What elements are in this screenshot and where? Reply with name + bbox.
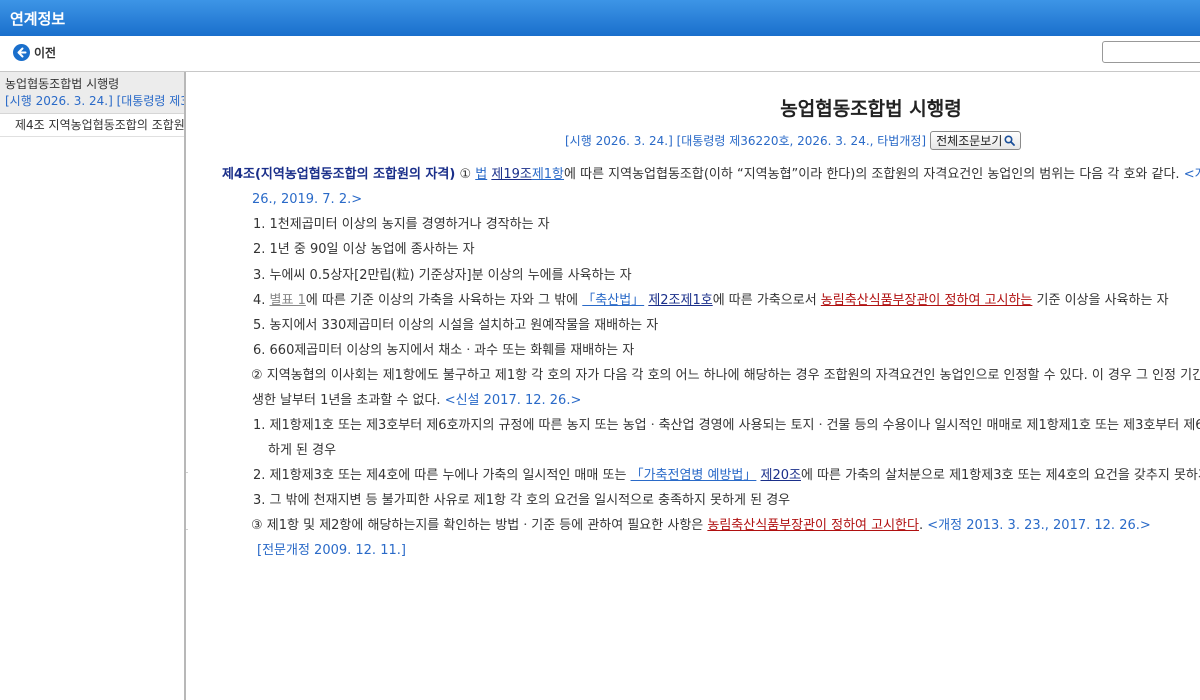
sidebar: 농업협동조합법 시행령 [시행 2026. 3. 24.] [대통령령 제362…: [0, 72, 186, 700]
item-1: 1. 1천제곱미터 이상의 농지를 경영하거나 경작하는 자: [253, 217, 550, 232]
p2-item-2-text-2: 에 따른 가축의 살처분으로 제1항제3호 또는 제4호의 요건을 갖추지 못하…: [800, 468, 1200, 483]
search-input[interactable]: [1102, 41, 1200, 63]
paragraph-1-line-1: 제4조(지역농업협동조합의 조합원의 자격) ① 법 제19조제1항에 따른 지…: [222, 166, 1200, 184]
main-content: 농업협동조합법 시행령 [시행 2026. 3. 24.] [대통령령 제362…: [188, 72, 1200, 700]
fulltext-button[interactable]: 전체조문보기: [930, 130, 1022, 150]
sidebar-item-article-4[interactable]: 제4조 지역농업협동조합의 조합원의: [0, 114, 184, 137]
item-4-text-3: 기준 이상을 사육하는 자: [1036, 293, 1169, 308]
doc-title: 농업협동조합법 시행령: [780, 98, 962, 120]
paragraph-2-text: 생한 날부터 1년을 초과할 수 없다.: [252, 393, 441, 408]
item-2: 2. 1년 중 90일 이상 농업에 종사하는 자: [253, 242, 475, 257]
sidebar-law-meta: [시행 2026. 3. 24.] [대통령령 제362: [5, 94, 186, 108]
p2-item-3: 3. 그 밖에 천재지변 등 불가피한 사유로 제1항 각 호의 요건을 일시적…: [253, 493, 791, 508]
doc-meta: [시행 2026. 3. 24.] [대통령령 제36220호, 2026. 3…: [565, 133, 927, 148]
link-article-2-1[interactable]: 제2조제1호: [648, 293, 712, 308]
fulltext-label: 전체조문보기: [936, 133, 1003, 148]
link-livestock-act[interactable]: 「축산법」: [582, 293, 644, 308]
link-article-19[interactable]: 제19조: [491, 167, 531, 182]
link-minister-notice[interactable]: 농림축산식품부장관이 정하여 고시하는: [821, 293, 1033, 308]
item-4-number: 4.: [253, 293, 266, 308]
sidebar-law-header[interactable]: 농업협동조합법 시행령 [시행 2026. 3. 24.] [대통령령 제362: [0, 72, 184, 114]
item-6: 6. 660제곱미터 이상의 농지에서 채소ㆍ과수 또는 화훼를 재배하는 자: [253, 343, 635, 358]
item-4: 4. 별표 1에 따른 기준 이상의 가축을 사육하는 자와 그 밖에 「축산법…: [253, 292, 1169, 310]
back-label: 이전: [34, 45, 57, 60]
item-4-text-1: 에 따른 기준 이상의 가축을 사육하는 자와 그 밖에: [305, 293, 579, 308]
link-law[interactable]: 법: [475, 167, 487, 182]
paragraph-1-amend: <개: [1183, 167, 1200, 182]
title-bar: 연계정보: [0, 0, 1200, 36]
p2-item-2-text-1: 2. 제1항제3호 또는 제4호에 따른 누에나 가축의 일시적인 매매 또는: [253, 468, 627, 483]
paragraph-3: ③ 제1항 및 제2항에 해당하는지를 확인하는 방법ㆍ기준 등에 관하여 필요…: [251, 517, 1151, 535]
item-3: 3. 누에씨 0.5상자[2만립(粒) 기준상자]분 이상의 누에를 사육하는 …: [253, 268, 632, 283]
paragraph-1-amend-continued: 26., 2019. 7. 2.>: [252, 192, 363, 207]
paragraph-2-line-1: ② 지역농협의 이사회는 제1항에도 불구하고 제1항 각 호의 자가 다음 각…: [251, 368, 1200, 383]
toolbar: 이전: [0, 36, 1200, 72]
link-appendix-1[interactable]: 별표 1: [270, 293, 306, 308]
window-title: 연계정보: [10, 10, 66, 28]
p2-item-1-line-1: 1. 제1항제1호 또는 제3호부터 제6호까지의 규정에 따른 농지 또는 농…: [253, 418, 1200, 433]
link-article-20[interactable]: 제20조: [761, 468, 801, 483]
link-paragraph-1[interactable]: 제1항: [532, 167, 564, 182]
paragraph-2-amend: <신설 2017. 12. 26.>: [444, 393, 582, 408]
link-livestock-disease-act[interactable]: 「가축전염병 예방법」: [631, 468, 757, 483]
item-5: 5. 농지에서 330제곱미터 이상의 시설을 설치하고 원예작물을 재배하는 …: [253, 318, 659, 333]
magnifier-icon: [1004, 134, 1016, 146]
back-arrow-icon: [13, 43, 30, 61]
p2-item-1-line-2: 하게 된 경우: [268, 443, 337, 458]
paragraph-1-marker: ①: [459, 167, 472, 182]
paragraph-2-line-2: 생한 날부터 1년을 초과할 수 없다. <신설 2017. 12. 26.>: [252, 392, 581, 410]
link-minister-notice-2[interactable]: 농림축산식품부장관이 정하여 고시한다: [707, 518, 919, 533]
sidebar-law-name: 농업협동조합법 시행령: [5, 77, 120, 91]
paragraph-1-text: 에 따른 지역농업협동조합(이하 “지역농협”이라 한다)의 조합원의 자격요건…: [564, 167, 1180, 182]
item-4-text-2: 에 따른 가축으로서: [712, 293, 817, 308]
p2-item-2: 2. 제1항제3호 또는 제4호에 따른 누에나 가축의 일시적인 매매 또는 …: [253, 467, 1200, 485]
paragraph-3-amend: <개정 2013. 3. 23., 2017. 12. 26.>: [927, 518, 1151, 533]
paragraph-3-text-2: .: [918, 518, 924, 533]
paragraph-3-text-1: ③ 제1항 및 제2항에 해당하는지를 확인하는 방법ㆍ기준 등에 관하여 필요…: [251, 518, 704, 533]
revision-note: [전문개정 2009. 12. 11.]: [257, 543, 406, 558]
doc-meta-row: [시행 2026. 3. 24.] [대통령령 제36220호, 2026. 3…: [565, 130, 1022, 150]
back-button[interactable]: 이전: [13, 41, 56, 63]
article-title: 제4조(지역농업협동조합의 조합원의 자격): [222, 167, 456, 182]
